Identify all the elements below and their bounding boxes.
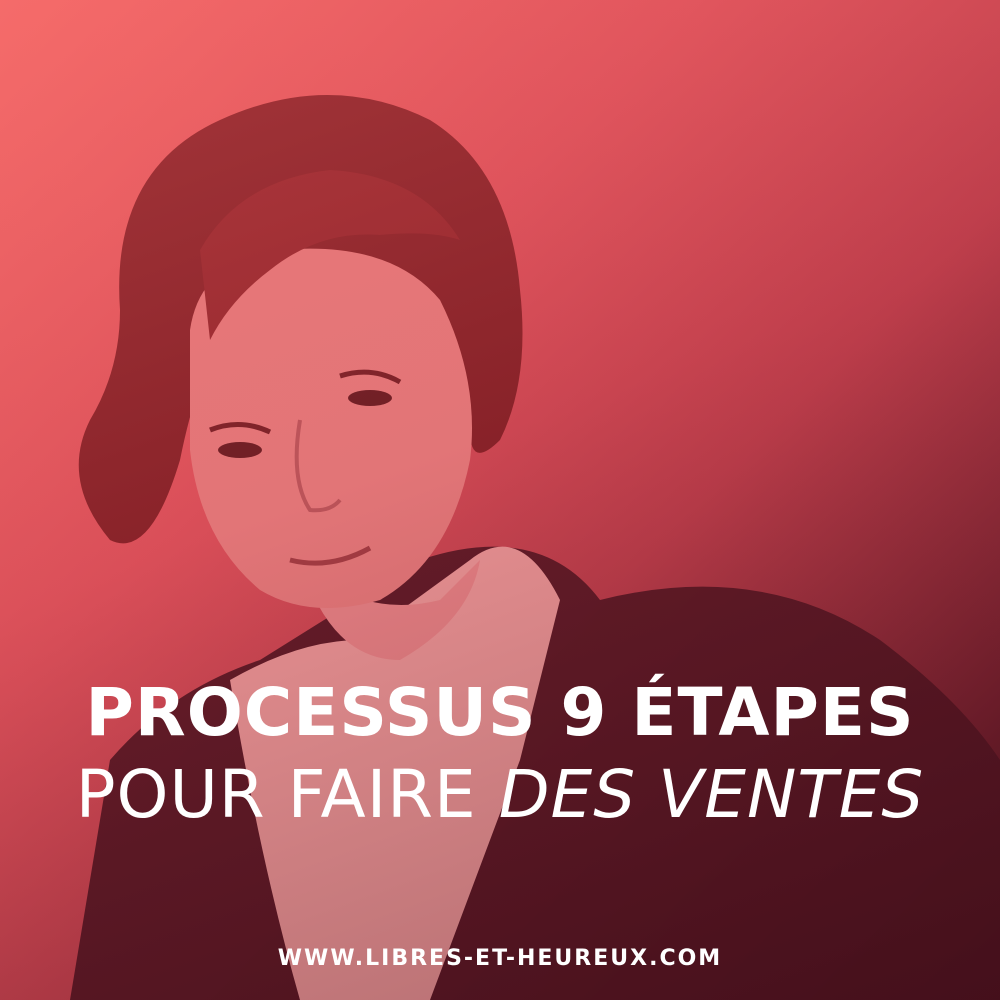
headline-line-2-regular: POUR FAIRE bbox=[75, 756, 499, 833]
portrait-photo bbox=[70, 95, 1000, 1000]
headline-line-2-italic: DES VENTES bbox=[498, 756, 925, 833]
headline-line-2: POUR FAIRE DES VENTES bbox=[0, 754, 1000, 836]
poster: PROCESSUS 9 ÉTAPES POUR FAIRE DES VENTES… bbox=[0, 0, 1000, 1000]
headline: PROCESSUS 9 ÉTAPES POUR FAIRE DES VENTES bbox=[0, 672, 1000, 836]
headline-line-1: PROCESSUS 9 ÉTAPES bbox=[85, 674, 915, 751]
website-url: WWW.LIBRES-ET-HEUREUX.COM bbox=[277, 946, 723, 971]
